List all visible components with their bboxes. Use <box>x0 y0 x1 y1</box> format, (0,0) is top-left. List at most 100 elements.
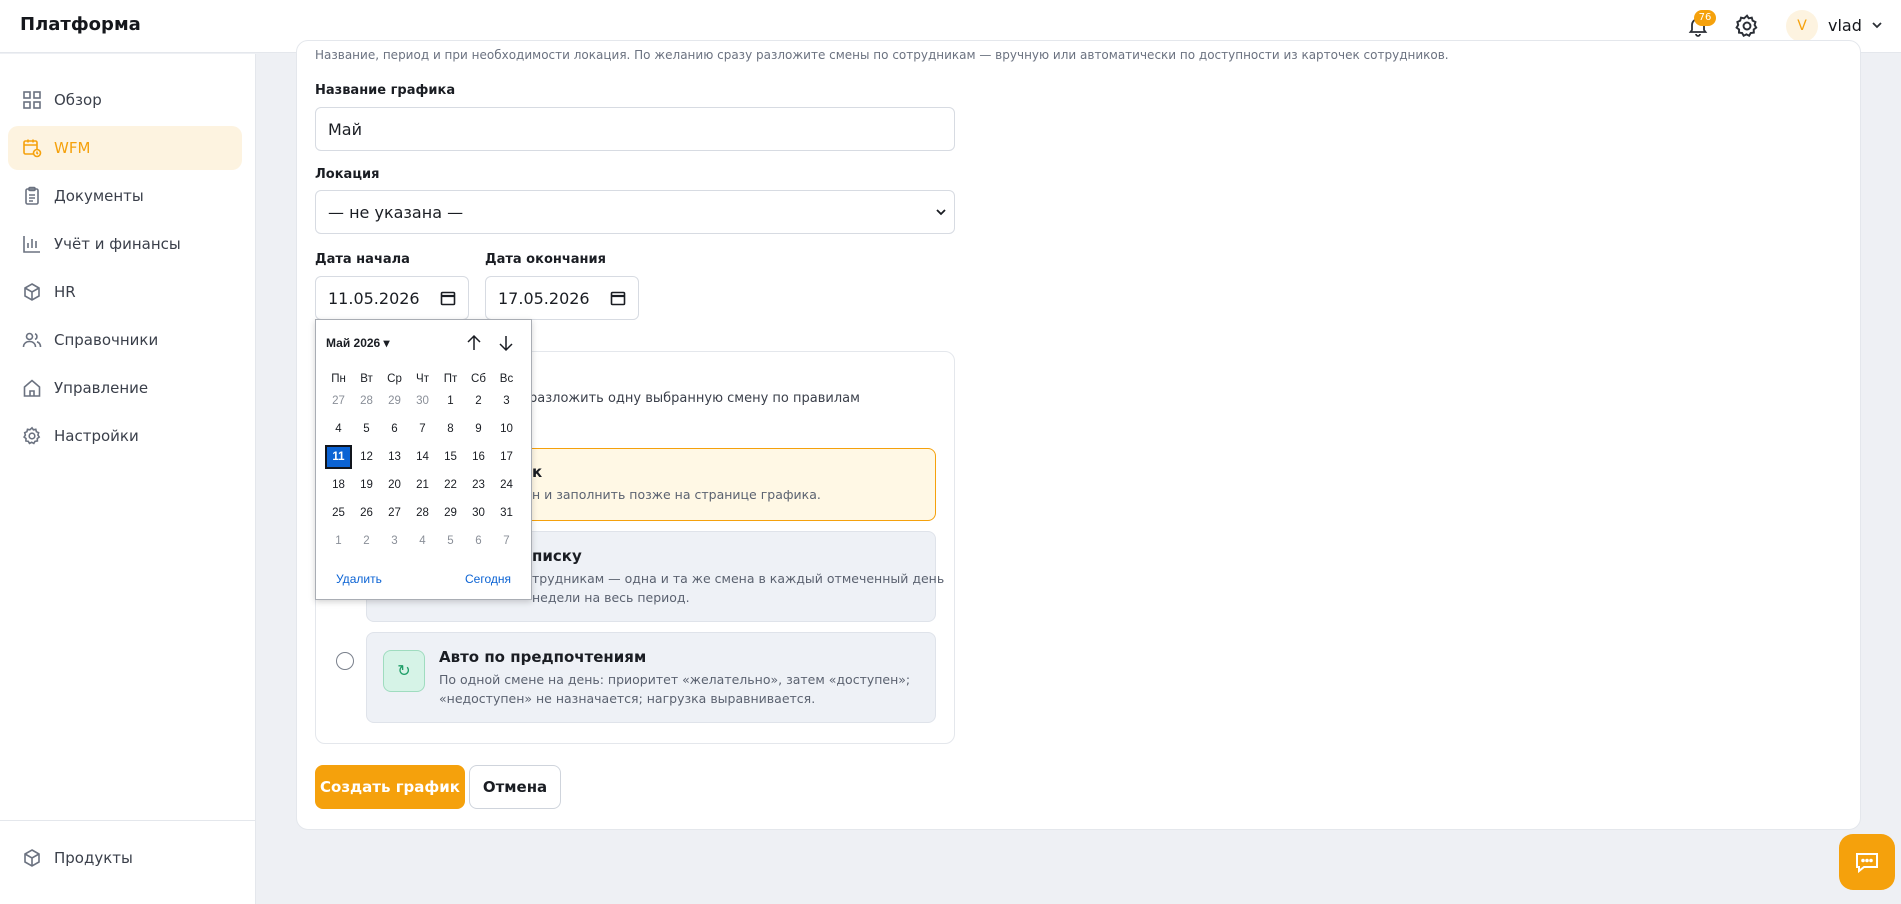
calendar-day[interactable]: 10 <box>493 417 520 441</box>
picker-today-link[interactable]: Сегодня <box>465 572 511 586</box>
calendar-day[interactable]: 21 <box>409 473 436 497</box>
clipboard-icon <box>25 186 39 205</box>
calendar-day[interactable]: 5 <box>353 417 380 441</box>
calendar-day[interactable]: 6 <box>465 529 492 553</box>
app-title: Платформа <box>20 14 141 35</box>
calendar-day[interactable]: 28 <box>409 501 436 525</box>
option-by-list-title: писку <box>532 547 582 565</box>
sidebar-item-directories[interactable]: Справочники <box>8 318 242 362</box>
sidebar-item-label: HR <box>54 283 76 301</box>
sidebar-item-overview[interactable]: Обзор <box>8 78 242 122</box>
sidebar: Обзор WFM Документы Учёт и финансы HR Сп… <box>0 54 256 904</box>
end-date-label: Дата окончания <box>485 252 606 267</box>
calendar-icon[interactable] <box>610 290 626 306</box>
calendar-day[interactable]: 1 <box>437 389 464 413</box>
weekday-label: Ср <box>387 373 402 385</box>
calendar-day[interactable]: 29 <box>381 389 408 413</box>
calendar-day[interactable]: 4 <box>325 417 352 441</box>
sidebar-item-label: Продукты <box>54 849 133 867</box>
sidebar-item-finance[interactable]: Учёт и финансы <box>8 222 242 266</box>
calendar-day[interactable]: 8 <box>437 417 464 441</box>
chat-button[interactable] <box>1839 834 1895 890</box>
calendar-day-selected[interactable]: 11 <box>325 445 352 469</box>
chevron-down-icon[interactable] <box>1870 18 1884 32</box>
calendar-day[interactable]: 9 <box>465 417 492 441</box>
arrow-up-icon[interactable] <box>465 334 483 352</box>
calendar-day[interactable]: 25 <box>325 501 352 525</box>
option-empty-text: н и заполнить позже на странице графика. <box>532 487 821 502</box>
option-auto-text-2: «недоступен» не назначается; нагрузка вы… <box>439 691 816 706</box>
weekday-label: Вс <box>499 373 514 385</box>
calendar-day[interactable]: 31 <box>493 501 520 525</box>
weekday-label: Пт <box>443 373 458 385</box>
location-value: — не указана — <box>328 202 464 222</box>
option-auto-text-1: По одной смене на день: приоритет «желат… <box>439 672 911 687</box>
gear-icon[interactable] <box>1734 13 1760 39</box>
calendar-day[interactable]: 7 <box>409 417 436 441</box>
calendar-clock-icon <box>23 139 42 158</box>
sidebar-item-management[interactable]: Управление <box>8 366 242 410</box>
create-schedule-button[interactable]: Создать график <box>315 765 465 809</box>
calendar-day[interactable]: 18 <box>325 473 352 497</box>
location-select[interactable]: — не указана — <box>315 190 955 234</box>
sidebar-item-hr[interactable]: HR <box>8 270 242 314</box>
picker-month-select[interactable]: Май 2026 ▾ <box>326 336 390 350</box>
calendar-day[interactable]: 26 <box>353 501 380 525</box>
sidebar-item-label: Справочники <box>54 331 159 349</box>
calendar-day[interactable]: 29 <box>437 501 464 525</box>
calendar-day[interactable]: 6 <box>381 417 408 441</box>
option-by-list-text-1: трудникам — одна и та же смена в каждый … <box>532 571 945 586</box>
avatar[interactable]: V <box>1786 10 1818 42</box>
end-date-input[interactable]: 17.05.2026 <box>485 276 639 320</box>
calendar-day[interactable]: 23 <box>465 473 492 497</box>
schedule-name-input[interactable]: Май <box>315 107 955 151</box>
calendar-day[interactable]: 16 <box>465 445 492 469</box>
sidebar-item-label: WFM <box>54 139 91 157</box>
calendar-day[interactable]: 17 <box>493 445 520 469</box>
calendar-day[interactable]: 30 <box>409 389 436 413</box>
calendar-day[interactable]: 24 <box>493 473 520 497</box>
calendar-day[interactable]: 30 <box>465 501 492 525</box>
sidebar-item-label: Документы <box>54 187 144 205</box>
calendar-day[interactable]: 4 <box>409 529 436 553</box>
username[interactable]: vlad <box>1828 16 1862 35</box>
calendar-day[interactable]: 7 <box>493 529 520 553</box>
start-date-input[interactable]: 11.05.2026 <box>315 276 469 320</box>
calendar-day[interactable]: 1 <box>325 529 352 553</box>
start-date-value: 11.05.2026 <box>328 288 420 308</box>
calendar-day[interactable]: 12 <box>353 445 380 469</box>
sidebar-item-label: Обзор <box>54 91 102 109</box>
chat-icon <box>1856 853 1878 874</box>
sidebar-item-documents[interactable]: Документы <box>8 174 242 218</box>
calendar-day[interactable]: 2 <box>353 529 380 553</box>
calendar-day[interactable]: 27 <box>325 389 352 413</box>
sidebar-item-products[interactable]: Продукты <box>8 836 242 880</box>
arrow-down-icon[interactable] <box>497 334 515 352</box>
grid-icon <box>23 91 41 109</box>
cube-icon <box>24 283 40 301</box>
option-empty-title: к <box>532 463 543 481</box>
location-label: Локация <box>315 167 380 182</box>
weekday-label: Вт <box>360 373 373 385</box>
calendar-icon[interactable] <box>440 290 456 306</box>
sidebar-item-wfm[interactable]: WFM <box>8 126 242 170</box>
sidebar-item-label: Настройки <box>54 427 139 445</box>
option-auto-radio[interactable] <box>336 652 354 670</box>
calendar-day[interactable]: 19 <box>353 473 380 497</box>
auto-refresh-icon: ↻ <box>383 650 425 692</box>
calendar-day[interactable]: 14 <box>409 445 436 469</box>
calendar-day[interactable]: 13 <box>381 445 408 469</box>
picker-clear-link[interactable]: Удалить <box>336 572 382 586</box>
calendar-day[interactable]: 20 <box>381 473 408 497</box>
calendar-day[interactable]: 3 <box>493 389 520 413</box>
calendar-day[interactable]: 2 <box>465 389 492 413</box>
calendar-day[interactable]: 15 <box>437 445 464 469</box>
calendar-day[interactable]: 3 <box>381 529 408 553</box>
calendar-day[interactable]: 27 <box>381 501 408 525</box>
cancel-button[interactable]: Отмена <box>469 765 561 809</box>
sidebar-item-settings[interactable]: Настройки <box>8 414 242 458</box>
calendar-day[interactable]: 5 <box>437 529 464 553</box>
sidebar-item-label: Управление <box>54 379 149 397</box>
calendar-day[interactable]: 28 <box>353 389 380 413</box>
calendar-day[interactable]: 22 <box>437 473 464 497</box>
